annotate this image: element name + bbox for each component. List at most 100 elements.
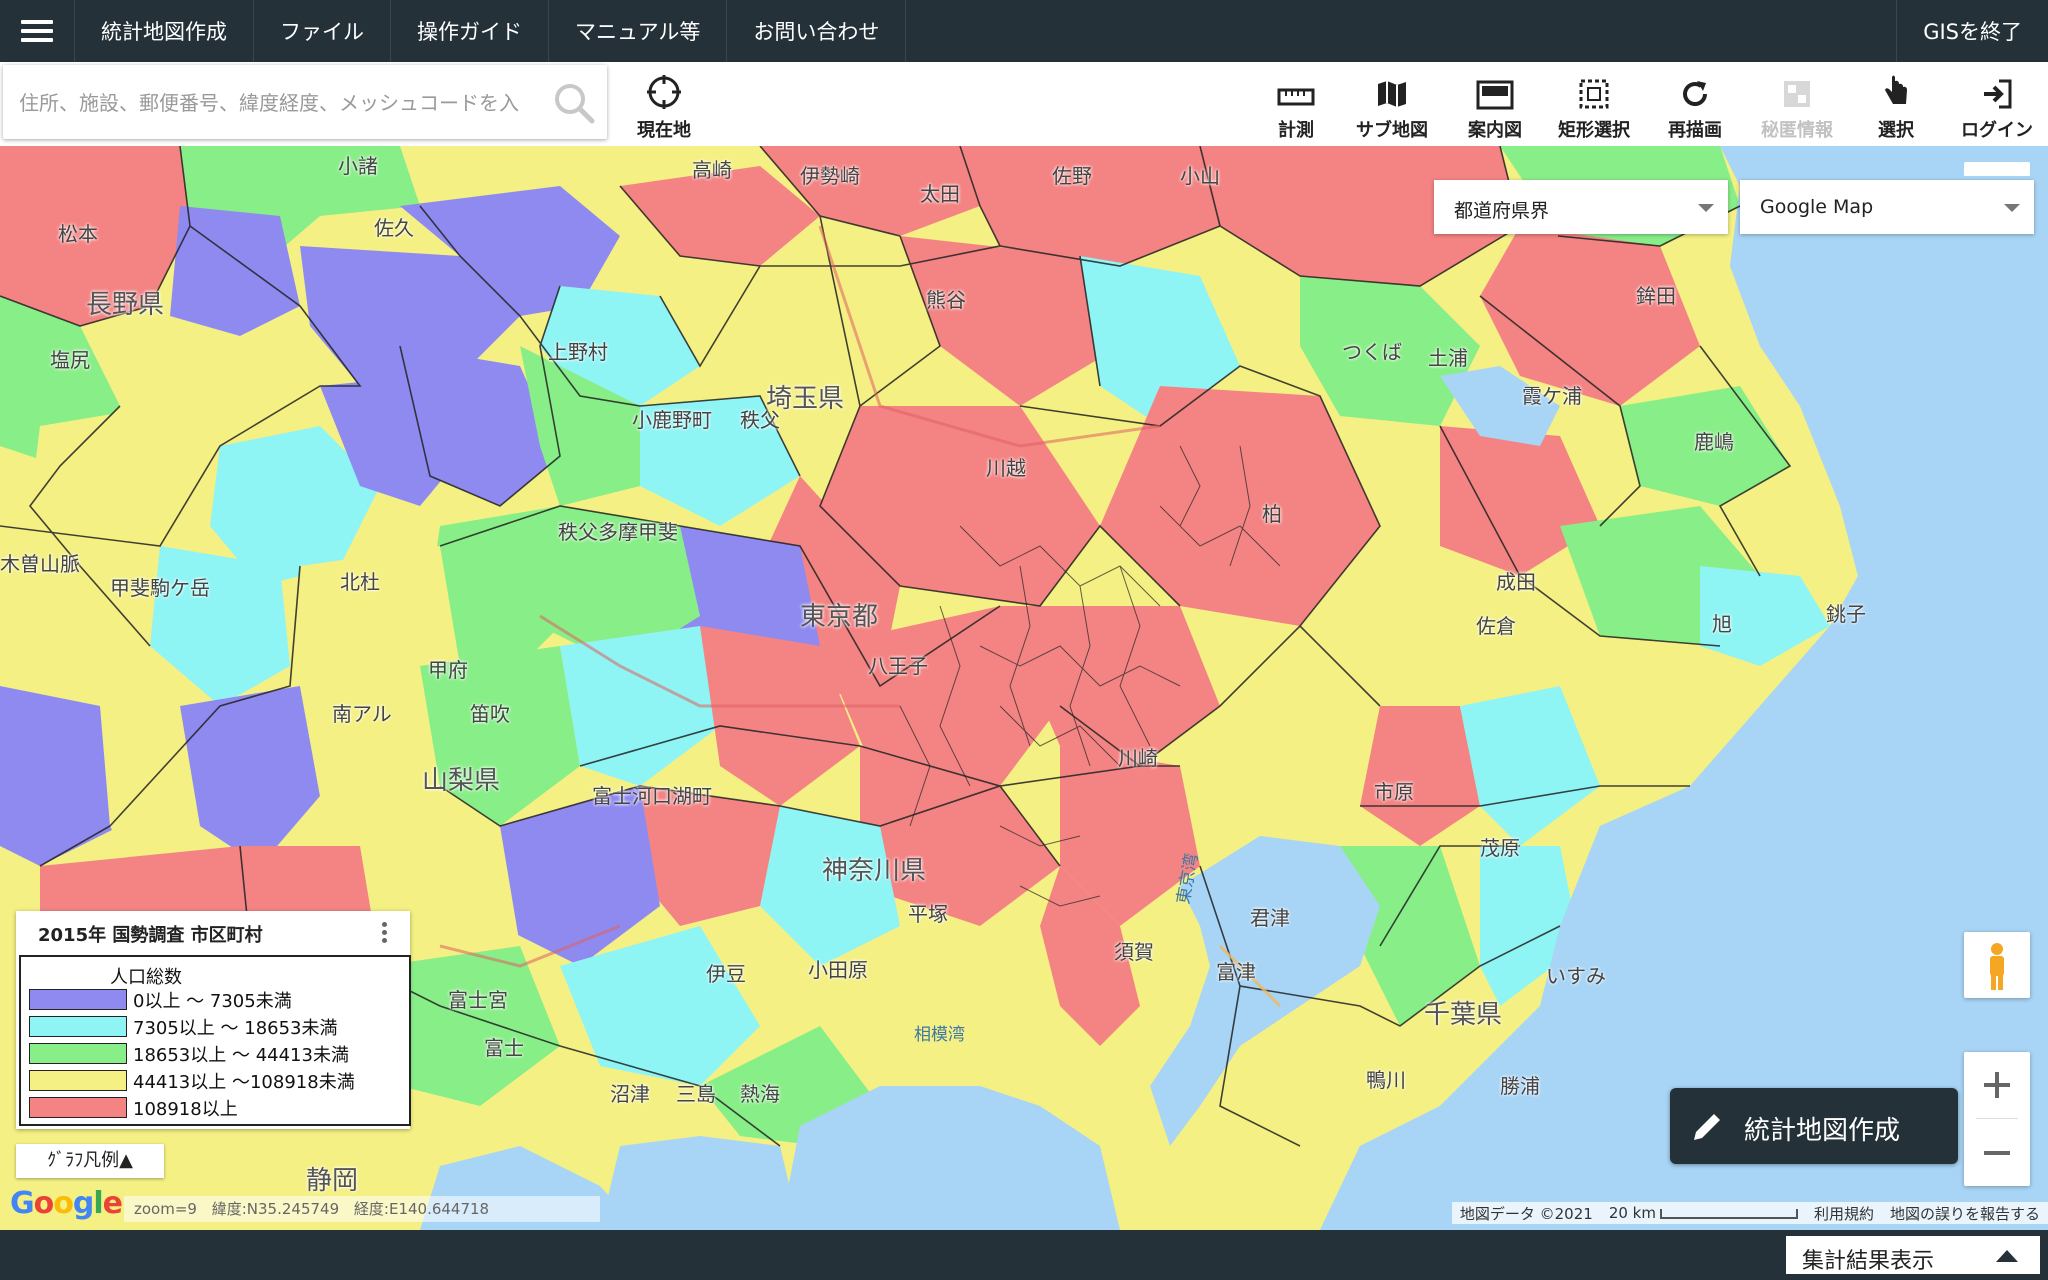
submap-button[interactable]: サブ地図 [1350,68,1434,142]
label-shiojiri: 塩尻 [50,348,90,372]
confidential-icon [1784,81,1810,107]
label-okutama: 秩父多摩甲斐 [558,520,678,544]
rect-select-button[interactable]: 矩形選択 [1548,68,1640,142]
zoom-control [1964,1052,2030,1186]
hand-pointer-icon [1885,75,1907,104]
label-hadano: 平塚 [908,902,948,926]
more-vert-icon[interactable] [382,919,388,946]
map-canvas[interactable]: 長野県 山梨県 埼玉県 神奈川県 千葉県 東京都 静岡 高崎 伊勢崎 太田 佐野… [0,146,2048,1230]
label-fuefuki: 笛吹 [470,702,510,726]
label-futtsu: 富津 [1216,960,1256,984]
redraw-button[interactable]: 再描画 [1658,68,1732,142]
label-mobara: 茂原 [1480,836,1520,860]
label-chiba: 千葉県 [1424,1000,1503,1030]
label-choshi: 銚子 [1826,602,1866,626]
legend-swatch [29,989,127,1010]
label-fujikawaguchiko: 富士河口湖町 [592,784,712,808]
terms-link[interactable]: 利用規約 [1806,1203,1882,1224]
legend-row-label: 0以上 ～ 7305未満 [133,991,292,1012]
select-label: 選択 [1878,120,1914,141]
legend-row-label: 18653以上 ～ 44413未満 [133,1045,349,1066]
top-nav-bar: 統計地図作成 ファイル 操作ガイド マニュアル等 お問い合わせ GISを終了 [0,0,2048,62]
select-button[interactable]: 選択 [1874,68,1918,142]
label-ichihara: 市原 [1374,780,1414,804]
label-tsukuba: つくば [1342,340,1402,364]
label-hokota: 鉾田 [1636,284,1676,308]
login-button[interactable]: ログイン [1960,68,2034,142]
street-view-pegman[interactable] [1964,932,2030,998]
measure-button[interactable]: 計測 [1264,68,1328,142]
boundary-select-value: 都道府県界 [1454,200,1550,222]
search-input[interactable] [17,83,521,123]
label-numazu: 沼津 [610,1082,650,1106]
label-sakura: 佐倉 [1476,614,1516,638]
toolbar: 現在地 計測 サブ地図 案内図 矩形選択 [0,62,2048,146]
scale-label: 20 km [1608,1204,1656,1222]
bottom-bar: 集計結果表示 [0,1230,2048,1280]
label-nagano: 長野県 [86,290,165,320]
redraw-label: 再描画 [1668,120,1722,141]
map-attribution: 地図データ ©2021 20 km 利用規約 地図の誤りを報告する [1451,1202,2048,1224]
login-icon [1984,79,2012,109]
label-atami: 熱海 [740,1082,780,1106]
nav-stat-map[interactable]: 統計地図作成 [75,0,254,62]
search-icon[interactable] [551,80,597,126]
label-sagami-bay: 相模湾 [914,1025,965,1045]
label-fuji: 富士 [484,1036,524,1060]
label-tsuchiura: 土浦 [1428,346,1468,370]
show-summary-button[interactable]: 集計結果表示 [1784,1234,2042,1276]
refresh-icon [1683,81,1707,106]
boundary-select[interactable]: 都道府県界 [1434,180,1728,234]
guide-map-button[interactable]: 案内図 [1460,68,1530,142]
label-saku: 佐久 [374,216,414,240]
label-matsumoto: 松本 [58,222,98,246]
legend-swatch [29,1043,127,1064]
map-icon [1378,81,1406,107]
map-data-credit: 地図データ ©2021 [1459,1204,1593,1223]
label-kitamori: 北杜 [340,570,380,594]
ruler-icon [1277,88,1315,106]
label-sano: 佐野 [1052,164,1092,188]
label-komoro: 小諸 [338,154,378,178]
label-kofu: 甲府 [428,658,468,682]
window-icon [1476,80,1514,110]
nav-file[interactable]: ファイル [254,0,391,62]
show-summary-label: 集計結果表示 [1802,1249,1935,1274]
nav-guide[interactable]: 操作ガイド [391,0,549,62]
legend-swatch [29,1097,127,1118]
label-kashima: 鹿嶋 [1694,430,1734,454]
label-kumagaya: 熊谷 [926,288,966,312]
label-oyama: 小山 [1180,164,1220,188]
create-stat-map-button[interactable]: 統計地図作成 [1670,1088,1958,1164]
current-location-button[interactable]: 現在地 [628,68,700,142]
latitude-readout: 緯度:N35.245749 [211,1200,340,1218]
label-kimitsu: 君津 [1250,906,1290,930]
zoom-in-button[interactable] [1964,1052,2030,1118]
report-error-link[interactable]: 地図の誤りを報告する [1882,1203,2048,1224]
chevron-up-icon [1996,1250,2018,1262]
basemap-select[interactable]: Google Map [1740,180,2034,234]
label-fujinomiya: 富士宮 [448,988,508,1012]
zoom-out-button[interactable] [1964,1120,2030,1186]
pencil-icon [1694,1114,1720,1140]
confidential-info-button[interactable]: 秘匿情報 [1754,68,1840,142]
label-isesaki: 伊勢崎 [800,164,860,188]
map-control-top[interactable] [1964,162,2030,176]
menu-icon[interactable] [0,0,75,62]
crosshair-icon [647,75,681,109]
exit-gis-button[interactable]: GISを終了 [1896,0,2048,62]
label-yokosuka: 須賀 [1114,940,1154,964]
nav-contact[interactable]: お問い合わせ [727,0,907,62]
label-shizuoka: 静岡 [306,1166,359,1196]
rect-select-icon [1579,79,1609,109]
nav-manual[interactable]: マニュアル等 [549,0,728,62]
legend-panel: 2015年 国勢調査 市区町村 人口総数 0以上 ～ 7305未満 7305以上… [16,911,411,1129]
graph-legend-button[interactable]: ｸﾞﾗﾌ凡例▲ [16,1144,164,1178]
label-yamanashi: 山梨県 [422,766,501,796]
label-kanagawa: 神奈川県 [822,856,927,886]
label-kasumigaura: 霞ケ浦 [1522,384,1582,408]
plus-icon [1984,1072,2010,1098]
label-ota: 太田 [920,182,960,206]
label-tokyo: 東京都 [800,602,879,632]
label-kawasaki: 川崎 [1118,746,1158,770]
